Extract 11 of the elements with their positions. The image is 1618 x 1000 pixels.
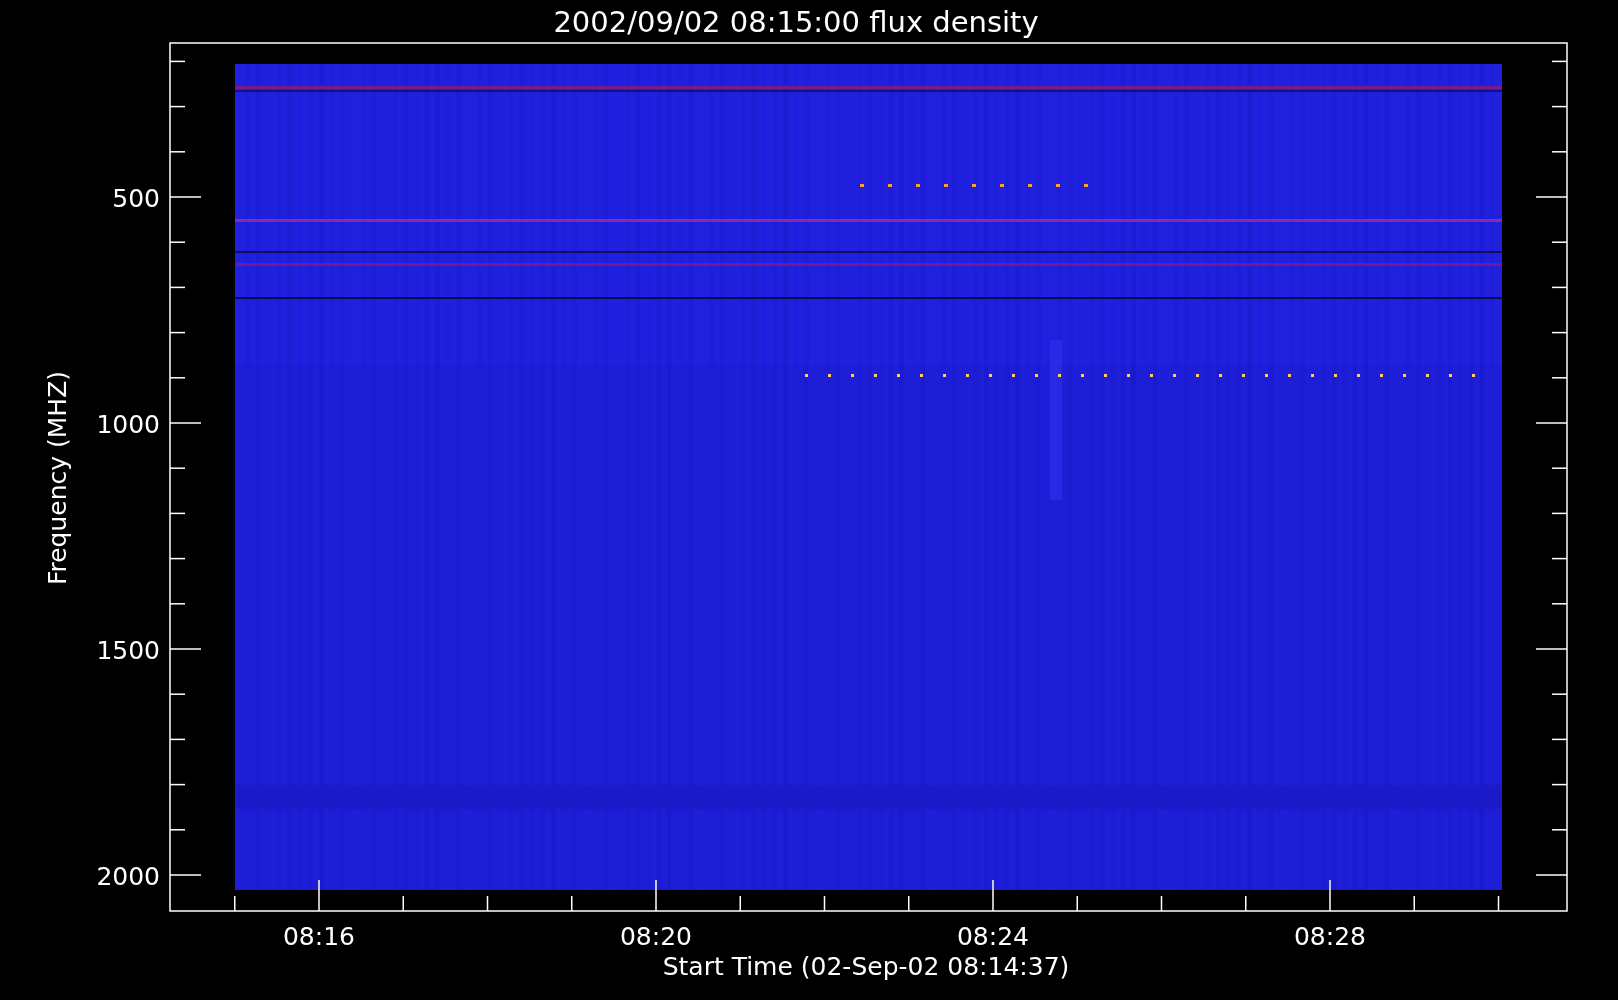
y-tick-label: 2000 [96,862,160,891]
y-tick-label: 1500 [96,636,160,665]
x-tick-label: 08:28 [1294,922,1366,951]
x-tick-label: 08:16 [283,922,355,951]
x-tick-label: 08:20 [620,922,692,951]
x-axis-title: Start Time (02-Sep-02 08:14:37) [662,952,1070,981]
x-tick-label: 08:24 [957,922,1029,951]
plot-title: 2002/09/02 08:15:00 flux density [553,5,1039,39]
y-axis-title: Frequency (MHZ) [43,370,72,586]
y-tick-label: 500 [112,184,160,213]
y-tick-label: 1000 [96,410,160,439]
